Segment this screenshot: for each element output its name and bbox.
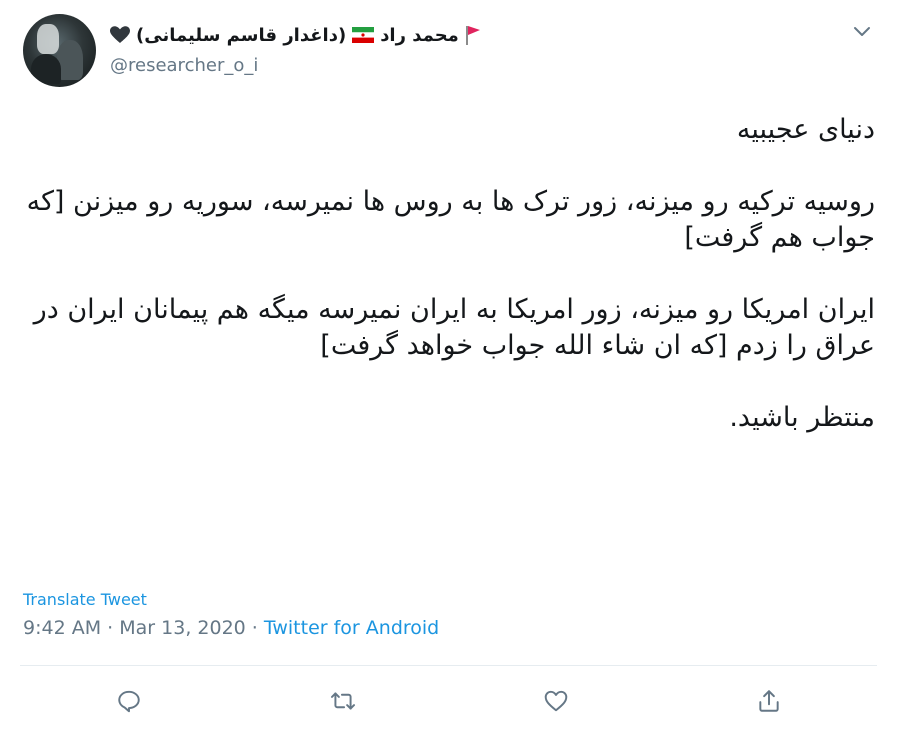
display-name-suffix: (داغدار قاسم سلیمانی) [136,24,347,46]
avatar[interactable] [23,14,96,87]
display-name[interactable]: (داغدار قاسم سلیمانی) محمد راد [110,22,481,48]
tweet-time[interactable]: 9:42 AM [23,617,101,639]
red-flag-icon [465,26,480,45]
iran-flag-icon [352,27,375,43]
tweet-paragraph: منتظر باشید. [729,402,875,433]
meta-separator: · [251,617,258,639]
translate-tweet-link[interactable]: Translate Tweet [23,590,147,609]
heart-outline-icon [544,690,568,712]
chevron-down-icon[interactable] [852,24,872,40]
reply-button[interactable] [114,686,144,716]
retweet-button[interactable] [328,686,358,716]
black-heart-icon [110,26,130,43]
avatar-figure [37,24,59,54]
tweet-paragraph: ایران امریکا رو میزنه، زور امریکا به ایر… [33,294,875,361]
tweet-meta: 9:42 AM · Mar 13, 2020 · Twitter for And… [23,617,439,639]
avatar-figure [31,54,61,84]
divider [20,665,877,666]
tweet-date[interactable]: Mar 13, 2020 [119,617,246,639]
tweet-paragraph: روسیه ترکیه رو میزنه، زور ترک ها به روس … [26,186,875,253]
retweet-icon [330,692,356,710]
reply-icon [118,690,140,713]
meta-separator: · [107,617,114,639]
tweet-text: دنیای عجیبیه روسیه ترکیه رو میزنه، زور ت… [20,112,875,436]
user-handle[interactable]: @researcher_o_i [110,55,258,76]
share-icon [759,690,779,712]
tweet-paragraph: دنیای عجیبیه [736,114,875,145]
display-name-core: محمد راد [380,24,459,46]
tweet-source-link[interactable]: Twitter for Android [264,617,439,639]
like-button[interactable] [541,686,571,716]
share-button[interactable] [754,686,784,716]
